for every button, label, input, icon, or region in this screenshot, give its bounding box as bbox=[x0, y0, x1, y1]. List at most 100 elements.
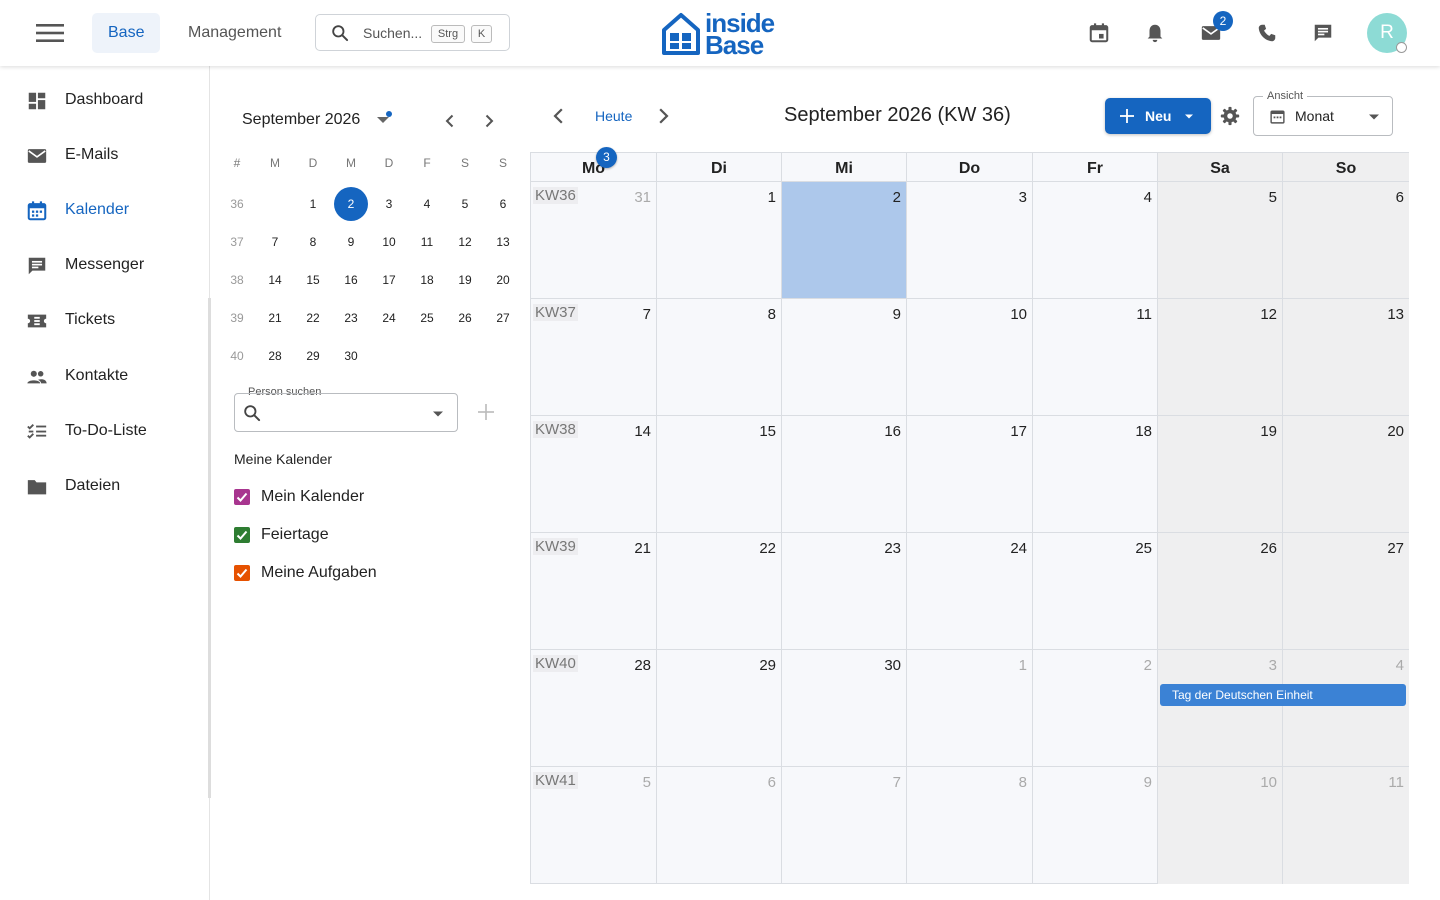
chat-icon[interactable] bbox=[1308, 18, 1338, 48]
view-select[interactable]: Monat bbox=[1253, 96, 1393, 136]
next-period-button[interactable] bbox=[651, 104, 675, 128]
day-cell[interactable]: 1 bbox=[907, 650, 1033, 767]
gear-icon[interactable] bbox=[1219, 105, 1241, 127]
mini-calendar-day[interactable]: 29 bbox=[296, 339, 330, 373]
mini-calendar-day[interactable]: 1 bbox=[296, 187, 330, 221]
add-person-icon[interactable] bbox=[474, 400, 498, 424]
mini-calendar-prev-button[interactable] bbox=[437, 108, 463, 134]
calendar-icon[interactable] bbox=[1084, 18, 1114, 48]
week-number-label[interactable]: KW40 bbox=[533, 655, 578, 672]
sidebar-item-dashboard[interactable]: Dashboard bbox=[0, 76, 208, 126]
day-cell[interactable]: 24 bbox=[907, 533, 1033, 650]
day-cell[interactable]: 2 bbox=[1033, 650, 1158, 767]
day-cell[interactable]: 15 bbox=[657, 416, 782, 533]
sidebar-scrollbar[interactable] bbox=[208, 298, 211, 798]
sidebar-item-messenger[interactable]: Messenger bbox=[0, 241, 208, 291]
day-cell[interactable]: 4 bbox=[1033, 182, 1158, 299]
mini-calendar-day[interactable]: 27 bbox=[486, 301, 520, 335]
day-cell[interactable]: 11 bbox=[1283, 767, 1409, 884]
week-number-label[interactable]: KW38 bbox=[533, 421, 578, 438]
day-cell[interactable]: KW38 14 bbox=[531, 416, 657, 533]
mini-calendar-day[interactable]: 15 bbox=[296, 263, 330, 297]
day-cell[interactable]: 6 bbox=[657, 767, 782, 884]
mini-calendar-day[interactable]: 5 bbox=[448, 187, 482, 221]
sidebar-item-todo[interactable]: To-Do-Liste bbox=[0, 407, 208, 457]
day-cell[interactable]: KW39 21 bbox=[531, 533, 657, 650]
day-cell[interactable]: 4 bbox=[1283, 650, 1409, 767]
mini-calendar-next-button[interactable] bbox=[476, 108, 502, 134]
day-cell[interactable]: 11 bbox=[1033, 299, 1158, 416]
day-cell[interactable]: 9 bbox=[782, 299, 907, 416]
tab-management[interactable]: Management bbox=[172, 13, 297, 53]
mini-calendar-day[interactable]: 11 bbox=[410, 225, 444, 259]
checkbox-checked-icon[interactable] bbox=[234, 489, 250, 505]
day-cell[interactable]: 10 bbox=[1158, 767, 1283, 884]
week-number-label[interactable]: KW36 bbox=[533, 187, 578, 204]
day-cell[interactable]: 27 bbox=[1283, 533, 1409, 650]
sidebar-item-contacts[interactable]: Kontakte bbox=[0, 352, 208, 402]
day-cell[interactable]: 8 bbox=[907, 767, 1033, 884]
mini-calendar-day[interactable]: 4 bbox=[410, 187, 444, 221]
person-search-input[interactable] bbox=[234, 393, 458, 432]
mini-calendar-day[interactable]: 7 bbox=[258, 225, 292, 259]
day-cell[interactable]: 9 bbox=[1033, 767, 1158, 884]
hamburger-menu-icon[interactable] bbox=[28, 14, 72, 52]
mini-calendar-day[interactable]: 25 bbox=[410, 301, 444, 335]
day-cell[interactable]: 3 bbox=[1158, 650, 1283, 767]
week-number-label[interactable]: KW39 bbox=[533, 538, 578, 555]
day-cell[interactable]: 30 bbox=[782, 650, 907, 767]
mini-calendar-day[interactable]: 13 bbox=[486, 225, 520, 259]
mini-calendar-day[interactable]: 22 bbox=[296, 301, 330, 335]
today-button[interactable]: Heute bbox=[588, 106, 639, 126]
mini-calendar-day[interactable]: 2 bbox=[334, 187, 368, 221]
day-cell[interactable]: 10 bbox=[907, 299, 1033, 416]
sidebar-item-tickets[interactable]: Tickets bbox=[0, 296, 208, 346]
previous-period-button[interactable] bbox=[547, 104, 571, 128]
mini-calendar-day[interactable]: 24 bbox=[372, 301, 406, 335]
calendar-event[interactable]: Tag der Deutschen Einheit bbox=[1160, 684, 1406, 706]
mini-calendar-day[interactable]: 20 bbox=[486, 263, 520, 297]
day-cell[interactable]: KW40 28 bbox=[531, 650, 657, 767]
day-cell[interactable]: 1 bbox=[657, 182, 782, 299]
day-cell[interactable]: 22 bbox=[657, 533, 782, 650]
search-input[interactable]: Suchen... Strg K bbox=[315, 14, 510, 51]
day-cell[interactable]: 16 bbox=[782, 416, 907, 533]
mini-calendar-day[interactable]: 8 bbox=[296, 225, 330, 259]
day-cell[interactable]: 26 bbox=[1158, 533, 1283, 650]
mini-calendar-day[interactable]: 9 bbox=[334, 225, 368, 259]
day-cell[interactable]: 5 bbox=[1158, 182, 1283, 299]
day-cell[interactable]: 8 bbox=[657, 299, 782, 416]
week-number-label[interactable]: KW41 bbox=[533, 772, 578, 789]
mini-calendar-day[interactable]: 10 bbox=[372, 225, 406, 259]
mini-calendar-day[interactable]: 19 bbox=[448, 263, 482, 297]
bell-icon[interactable] bbox=[1140, 18, 1170, 48]
mini-calendar-day[interactable]: 28 bbox=[258, 339, 292, 373]
mini-calendar-day[interactable]: 17 bbox=[372, 263, 406, 297]
day-cell[interactable]: 23 bbox=[782, 533, 907, 650]
insidebase-logo[interactable]: inside Base bbox=[660, 9, 785, 59]
day-cell[interactable]: 19 bbox=[1158, 416, 1283, 533]
day-cell[interactable]: 29 bbox=[657, 650, 782, 767]
day-cell[interactable]: KW36 31 bbox=[531, 182, 657, 299]
day-cell[interactable]: 17 bbox=[907, 416, 1033, 533]
checkbox-checked-icon[interactable] bbox=[234, 527, 250, 543]
new-button[interactable]: Neu bbox=[1105, 98, 1211, 134]
phone-icon[interactable] bbox=[1252, 18, 1282, 48]
mini-calendar-day[interactable]: 23 bbox=[334, 301, 368, 335]
mini-calendar-title[interactable]: September 2026 bbox=[242, 111, 360, 129]
mini-calendar-day[interactable]: 18 bbox=[410, 263, 444, 297]
day-cell[interactable]: 2 bbox=[782, 182, 907, 299]
mini-calendar-day[interactable]: 6 bbox=[486, 187, 520, 221]
mini-calendar-day[interactable]: 3 bbox=[372, 187, 406, 221]
checkbox-checked-icon[interactable] bbox=[234, 565, 250, 581]
mini-calendar-day[interactable]: 12 bbox=[448, 225, 482, 259]
sidebar-item-emails[interactable]: E-Mails bbox=[0, 131, 208, 181]
day-cell[interactable]: 6 bbox=[1283, 182, 1409, 299]
mini-calendar-day[interactable]: 21 bbox=[258, 301, 292, 335]
more-events-badge[interactable]: 3 bbox=[596, 147, 617, 168]
day-cell[interactable]: 20 bbox=[1283, 416, 1409, 533]
mini-calendar-day[interactable]: 30 bbox=[334, 339, 368, 373]
day-cell[interactable]: KW41 5 bbox=[531, 767, 657, 884]
mini-calendar-day[interactable]: 14 bbox=[258, 263, 292, 297]
mini-calendar-day[interactable]: 26 bbox=[448, 301, 482, 335]
